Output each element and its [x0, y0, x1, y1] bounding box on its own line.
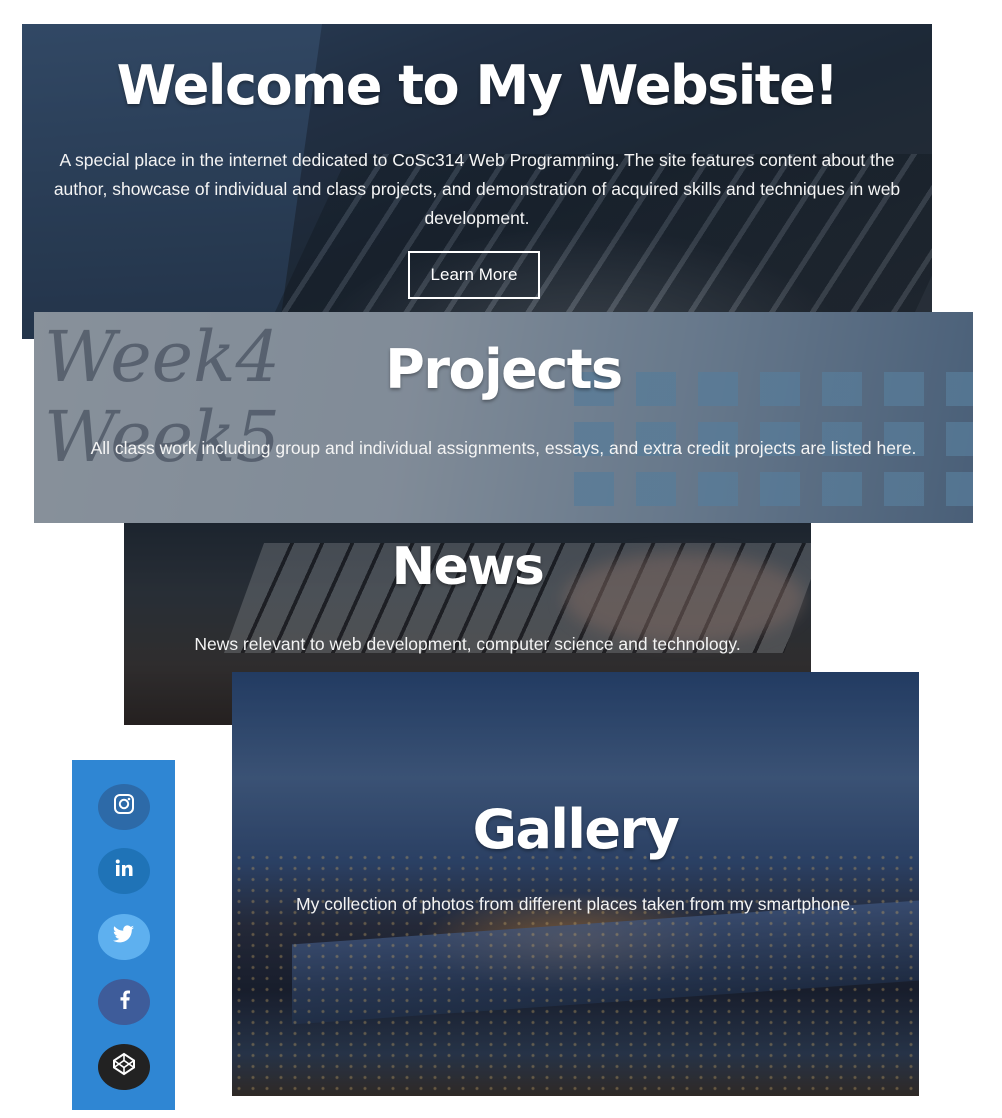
instagram-icon — [113, 793, 135, 821]
hero-description: A special place in the internet dedicate… — [53, 150, 901, 228]
linkedin-link[interactable] — [98, 848, 150, 894]
hero-section: Welcome to My Website! A special place i… — [22, 24, 932, 339]
codepen-link[interactable] — [98, 1044, 150, 1090]
projects-title[interactable]: Projects — [34, 338, 973, 401]
gallery-description: My collection of photos from different p… — [296, 894, 855, 914]
news-title[interactable]: News — [124, 537, 811, 597]
gallery-overlay — [232, 672, 919, 1096]
projects-section[interactable]: Week4Week5 Projects All class work inclu… — [34, 312, 973, 523]
facebook-icon — [116, 988, 132, 1016]
twitter-link[interactable] — [98, 914, 150, 960]
twitter-icon — [112, 923, 136, 951]
social-links-bar — [72, 760, 175, 1110]
gallery-section[interactable]: Gallery My collection of photos from dif… — [232, 672, 919, 1096]
linkedin-icon — [113, 857, 135, 885]
news-description: News relevant to web development, comput… — [194, 634, 741, 654]
gallery-title[interactable]: Gallery — [232, 798, 919, 861]
hero-title: Welcome to My Website! — [116, 54, 839, 117]
codepen-icon — [112, 1052, 136, 1082]
projects-description: All class work including group and indiv… — [90, 438, 917, 458]
facebook-link[interactable] — [98, 979, 150, 1025]
learn-more-button[interactable]: Learn More — [408, 251, 540, 299]
instagram-link[interactable] — [98, 784, 150, 830]
